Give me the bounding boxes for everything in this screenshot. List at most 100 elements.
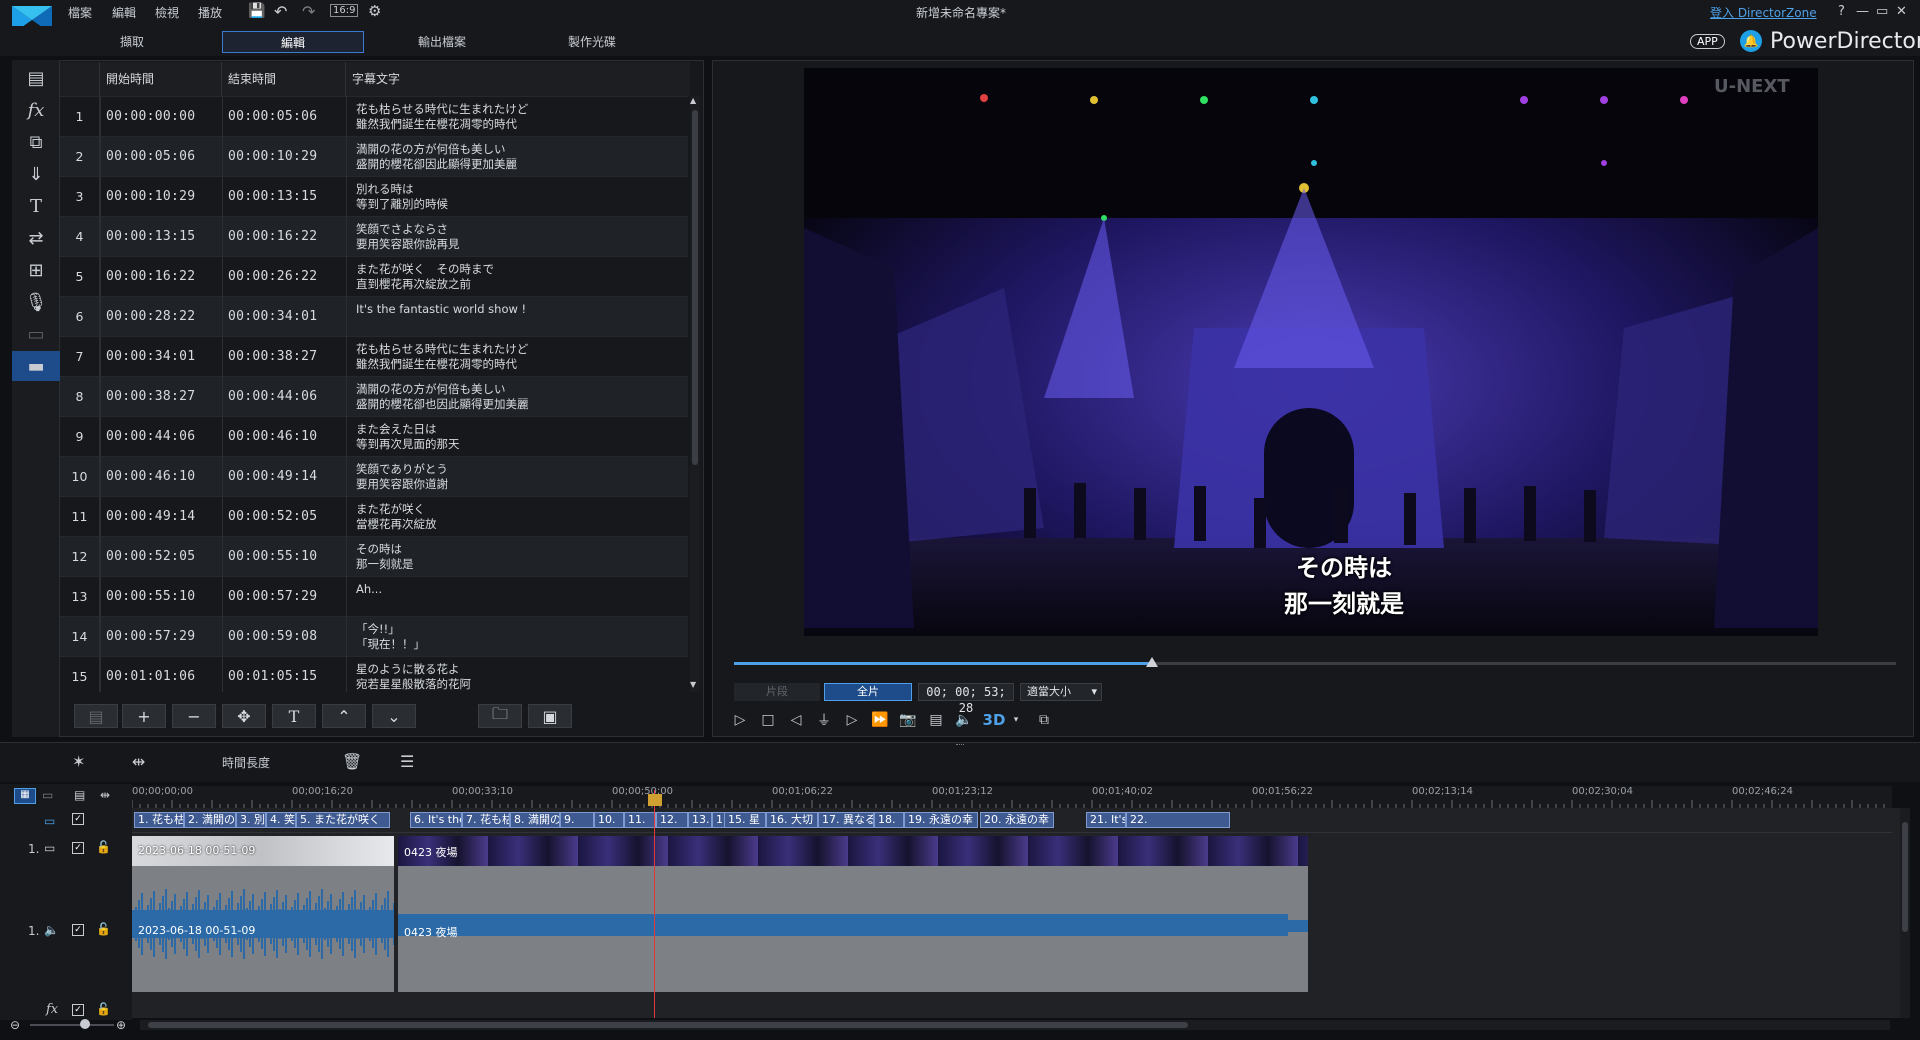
minimize-icon[interactable]: —: [1856, 4, 1869, 19]
open-folder-button[interactable]: 🗀: [478, 704, 522, 728]
scrollbar-thumb[interactable]: [148, 1022, 1188, 1028]
title-room-icon[interactable]: T: [12, 191, 60, 221]
subtitle-clip[interactable]: 19. 永遠の幸: [904, 812, 978, 828]
media-room-icon[interactable]: ▤: [12, 63, 60, 93]
subtitle-clip[interactable]: 6. It's the: [410, 812, 462, 828]
subtitle-row[interactable]: 1 00:00:00:00 00:00:05:06 花も枯らせる時代に生まれたけど 雖然…: [60, 96, 688, 137]
aspect-ratio-select[interactable]: 16:9: [330, 4, 359, 17]
scroll-down-arrow-icon[interactable]: ▼: [690, 680, 696, 689]
video-clip-1[interactable]: 2023-06-18 00-51-09: [132, 836, 394, 866]
stop-icon[interactable]: □: [756, 708, 780, 732]
scroll-up-arrow-icon[interactable]: ▲: [690, 96, 696, 105]
video-track-checkbox[interactable]: ✓: [72, 842, 84, 854]
subtitle-room-icon[interactable]: ▬: [12, 351, 60, 381]
tab-produce[interactable]: 輸出檔案: [382, 31, 502, 53]
subtitle-clip[interactable]: 16. 大切: [766, 812, 818, 828]
fx-room-icon[interactable]: fx: [12, 95, 60, 125]
subtitle-clip[interactable]: 22.: [1126, 812, 1230, 828]
subtitle-clip[interactable]: 2. 満開の: [184, 812, 236, 828]
zoom-in-icon[interactable]: ⊕: [116, 1018, 126, 1032]
tab-create-disc[interactable]: 製作光碟: [532, 31, 652, 53]
subtitle-clip[interactable]: 13.: [688, 812, 712, 828]
delete-trash-icon[interactable]: 🗑: [342, 752, 362, 771]
close-icon[interactable]: ✕: [1896, 4, 1907, 19]
audio-clip-2[interactable]: 0423 夜場: [398, 866, 1308, 992]
audio-track-checkbox[interactable]: ✓: [72, 924, 84, 936]
storyboard-view-icon[interactable]: ▭: [42, 788, 53, 802]
duration-button[interactable]: 時間長度: [222, 754, 270, 771]
chapter-room-icon[interactable]: ▭: [12, 319, 60, 349]
subtitle-row[interactable]: 13 00:00:55:10 00:00:57:29 Ah...: [60, 576, 688, 617]
subtitle-row[interactable]: 7 00:00:34:01 00:00:38:27 花も枯らせる時代に生まれたけど 雖然…: [60, 336, 688, 377]
subtitle-toggle-icon[interactable]: ▤: [924, 708, 948, 732]
subtitle-row[interactable]: 15 00:01:01:06 00:01:05:15 星のように散る花よ 宛若星星般散落…: [60, 656, 688, 692]
timeline-view-icon[interactable]: ▦: [14, 788, 36, 804]
menu-play[interactable]: 播放: [198, 4, 222, 21]
audio-track-lock-icon[interactable]: 🔓: [96, 922, 111, 936]
snapshot-camera-icon[interactable]: 📷: [896, 708, 920, 732]
3d-toggle[interactable]: 3D: [982, 708, 1006, 732]
audio-clip-1[interactable]: 2023-06-18 00-51-09: [132, 866, 394, 992]
undo-icon[interactable]: ↶: [274, 2, 287, 21]
video-clip-2[interactable]: 0423 夜場: [398, 836, 1308, 866]
subtitle-clip[interactable]: 9.: [560, 812, 594, 828]
subtitle-clip[interactable]: 8. 満開の: [510, 812, 560, 828]
subtitle-clip[interactable]: 4. 笑: [266, 812, 296, 828]
fast-forward-icon[interactable]: ⏩: [868, 708, 892, 732]
subtitle-row[interactable]: 10 00:00:46:10 00:00:49:14 笑顔でありがとう 要用笑容跟你道謝: [60, 456, 688, 497]
subtitle-row[interactable]: 2 00:00:05:06 00:00:10:29 満開の花の方が何倍も美しい 盛開的櫻…: [60, 136, 688, 177]
voice-over-room-icon[interactable]: 🎙: [12, 287, 60, 317]
scrollbar-thumb[interactable]: [1902, 822, 1908, 932]
subtitle-clip[interactable]: 18.: [874, 812, 904, 828]
fx-track-checkbox[interactable]: ✓: [72, 1004, 84, 1016]
panel-resize-grip[interactable]: [956, 744, 964, 746]
subtitle-row[interactable]: 9 00:00:44:06 00:00:46:10 また会えた日は 等到再次見面的那天: [60, 416, 688, 457]
help-icon[interactable]: ?: [1838, 4, 1845, 19]
subtitle-clip[interactable]: 15. 星: [724, 812, 766, 828]
fit-timeline-icon[interactable]: ⇹: [100, 788, 110, 802]
subtitle-row[interactable]: 14 00:00:57:29 00:00:59:08 「今!!」 「現在！！」: [60, 616, 688, 657]
video-track-lock-icon[interactable]: 🔓: [96, 840, 111, 854]
scrollbar-thumb[interactable]: [692, 110, 698, 465]
subtitle-clip[interactable]: 17. 異なる: [818, 812, 874, 828]
timeline-vertical-scrollbar[interactable]: [1900, 808, 1910, 1018]
menu-file[interactable]: 檔案: [68, 4, 92, 21]
subtitle-clip[interactable]: 5. また花が咲く: [296, 812, 390, 828]
next-frame-icon[interactable]: ▷: [840, 708, 864, 732]
save-icon[interactable]: 💾: [248, 3, 265, 19]
restore-icon[interactable]: ▭: [1876, 4, 1888, 19]
table-vertical-scrollbar[interactable]: [690, 96, 700, 692]
preview-progress-bar[interactable]: [734, 662, 1896, 665]
progress-slider-handle[interactable]: [1146, 657, 1159, 667]
subtitle-row[interactable]: 5 00:00:16:22 00:00:26:22 また花が咲く その時まで 直到櫻花再…: [60, 256, 688, 297]
clip-mode-button[interactable]: 片段: [734, 683, 820, 701]
subtitle-row[interactable]: 11 00:00:49:14 00:00:52:05 また花が咲く 當櫻花再次綻放: [60, 496, 688, 537]
subtitle-row[interactable]: 6 00:00:28:22 00:00:34:01 It's the fantasti…: [60, 296, 688, 337]
text-format-button[interactable]: T: [272, 704, 316, 728]
3d-dropdown-icon[interactable]: ▾: [1004, 708, 1028, 732]
subtitle-clip[interactable]: 12.: [656, 812, 688, 828]
notification-bell-icon[interactable]: 🔔: [1740, 30, 1762, 52]
add-subtitle-button[interactable]: +: [122, 704, 166, 728]
movie-mode-button[interactable]: 全片: [824, 683, 912, 701]
pip-room-icon[interactable]: ⧉: [12, 127, 60, 157]
subtitle-clip[interactable]: 1. 花も枯: [134, 812, 184, 828]
zoom-slider[interactable]: [30, 1024, 114, 1026]
app-badge[interactable]: APP: [1690, 34, 1725, 49]
remove-subtitle-button[interactable]: −: [172, 704, 216, 728]
subtitle-clip[interactable]: 7. 花も枯: [462, 812, 510, 828]
subtitle-track-checkbox[interactable]: ✓: [72, 813, 84, 825]
tab-capture[interactable]: 擷取: [72, 31, 192, 53]
subtitle-clip[interactable]: 11.: [624, 812, 656, 828]
subtitle-clip[interactable]: 20. 永遠の幸: [980, 812, 1054, 828]
subtitle-row[interactable]: 3 00:00:10:29 00:00:13:15 別れる時は 等到了離別的時候: [60, 176, 688, 217]
subtitle-row[interactable]: 12 00:00:52:05 00:00:55:10 その時は 那一刻就是: [60, 536, 688, 577]
split-icon[interactable]: ⏚: [812, 708, 836, 732]
edit-subtitle-icon[interactable]: ☰: [400, 752, 414, 771]
volume-icon[interactable]: 🔈: [952, 708, 976, 732]
zoom-fit-select[interactable]: 適當大小 ▾: [1020, 683, 1102, 701]
fx-track-lock-icon[interactable]: 🔓: [96, 1002, 111, 1016]
settings-gear-icon[interactable]: ⚙: [368, 2, 381, 20]
transition-room-icon[interactable]: ⇄: [12, 223, 60, 253]
export-subtitle-button[interactable]: ▣: [528, 704, 572, 728]
